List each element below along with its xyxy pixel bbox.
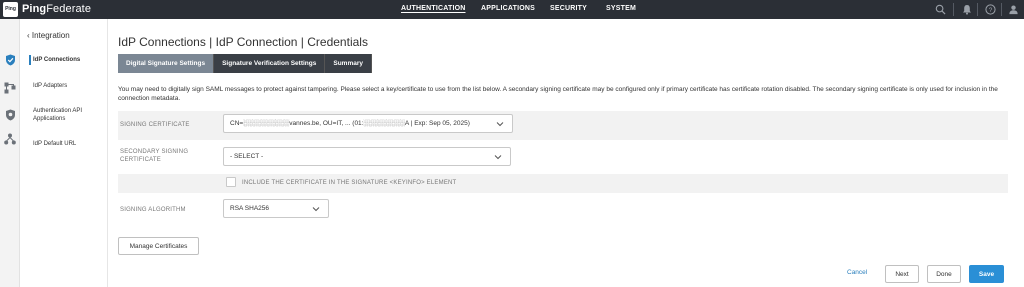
- shield-icon[interactable]: [4, 109, 16, 121]
- secondary-certificate-row: SECONDARY SIGNING CERTIFICATE - SELECT -: [118, 142, 1008, 172]
- manage-certificates-button[interactable]: Manage Certificates: [118, 237, 199, 255]
- network-icon[interactable]: [4, 82, 16, 94]
- nav-authentication[interactable]: AUTHENTICATION: [401, 5, 466, 12]
- include-certificate-label: INCLUDE THE CERTIFICATE IN THE SIGNATURE…: [242, 180, 457, 186]
- chevron-down-icon: [494, 155, 502, 160]
- product-name: PingFederate: [22, 3, 92, 15]
- back-to-integration[interactable]: ‹ Integration: [27, 31, 70, 40]
- signing-algorithm-label: SIGNING ALGORITHM: [120, 207, 186, 213]
- signing-certificate-select[interactable]: CN=░░░░░░░░░░vannes.be, OU=IT, ... (01:░…: [223, 114, 513, 133]
- divider: [953, 3, 954, 16]
- done-button[interactable]: Done: [927, 265, 961, 283]
- chevron-down-icon: [496, 122, 504, 127]
- tab-signature-verification-settings[interactable]: Signature Verification Settings: [214, 54, 326, 73]
- tab-summary[interactable]: Summary: [325, 54, 372, 73]
- tab-digital-signature-settings[interactable]: Digital Signature Settings: [118, 54, 215, 73]
- wizard-tabs: Digital Signature Settings Signature Ver…: [118, 54, 372, 73]
- save-button[interactable]: Save: [969, 265, 1004, 283]
- secondary-certificate-select[interactable]: - SELECT -: [223, 147, 511, 166]
- nav-security[interactable]: SECURITY: [550, 5, 587, 12]
- help-icon[interactable]: ?: [984, 3, 997, 16]
- shield-check-icon[interactable]: [4, 54, 16, 66]
- divider: [977, 3, 978, 16]
- sidebar-item-idp-default-url[interactable]: IdP Default URL: [33, 140, 103, 148]
- sidebar: ‹ Integration IdP Connections IdP Adapte…: [20, 19, 108, 287]
- svg-text:?: ?: [989, 7, 993, 14]
- signing-algorithm-select[interactable]: RSA SHA256: [223, 199, 329, 218]
- chevron-down-icon: [312, 207, 320, 212]
- top-bar: Ping PingFederate AUTHENTICATION APPLICA…: [0, 0, 1024, 19]
- sidebar-item-idp-adapters[interactable]: IdP Adapters: [33, 82, 103, 90]
- include-certificate-row: INCLUDE THE CERTIFICATE IN THE SIGNATURE…: [118, 174, 1008, 193]
- icon-rail: [0, 19, 20, 287]
- nav-system[interactable]: SYSTEM: [606, 5, 636, 12]
- page-title: IdP Connections | IdP Connection | Crede…: [118, 35, 368, 49]
- include-certificate-checkbox[interactable]: [226, 177, 236, 187]
- search-icon[interactable]: [934, 3, 947, 16]
- instructions-text: You may need to digitally sign SAML mess…: [118, 86, 998, 102]
- next-button[interactable]: Next: [885, 265, 919, 283]
- secondary-certificate-label: SECONDARY SIGNING CERTIFICATE: [120, 149, 189, 163]
- signing-certificate-row: SIGNING CERTIFICATE CN=░░░░░░░░░░vannes.…: [118, 111, 1008, 140]
- ping-logo[interactable]: Ping: [3, 2, 18, 17]
- user-icon[interactable]: [1007, 3, 1020, 16]
- divider: [1001, 3, 1002, 16]
- signing-certificate-label: SIGNING CERTIFICATE: [120, 122, 190, 128]
- settings-network-icon[interactable]: [4, 133, 16, 145]
- active-indicator: [29, 55, 31, 65]
- sidebar-item-authentication-api-applications[interactable]: Authentication API Applications: [33, 107, 103, 123]
- cancel-link[interactable]: Cancel: [847, 269, 867, 276]
- sidebar-item-idp-connections[interactable]: IdP Connections: [33, 56, 103, 64]
- signing-algorithm-row: SIGNING ALGORITHM RSA SHA256: [118, 197, 1008, 221]
- bell-icon[interactable]: [960, 3, 973, 16]
- nav-applications[interactable]: APPLICATIONS: [481, 5, 535, 12]
